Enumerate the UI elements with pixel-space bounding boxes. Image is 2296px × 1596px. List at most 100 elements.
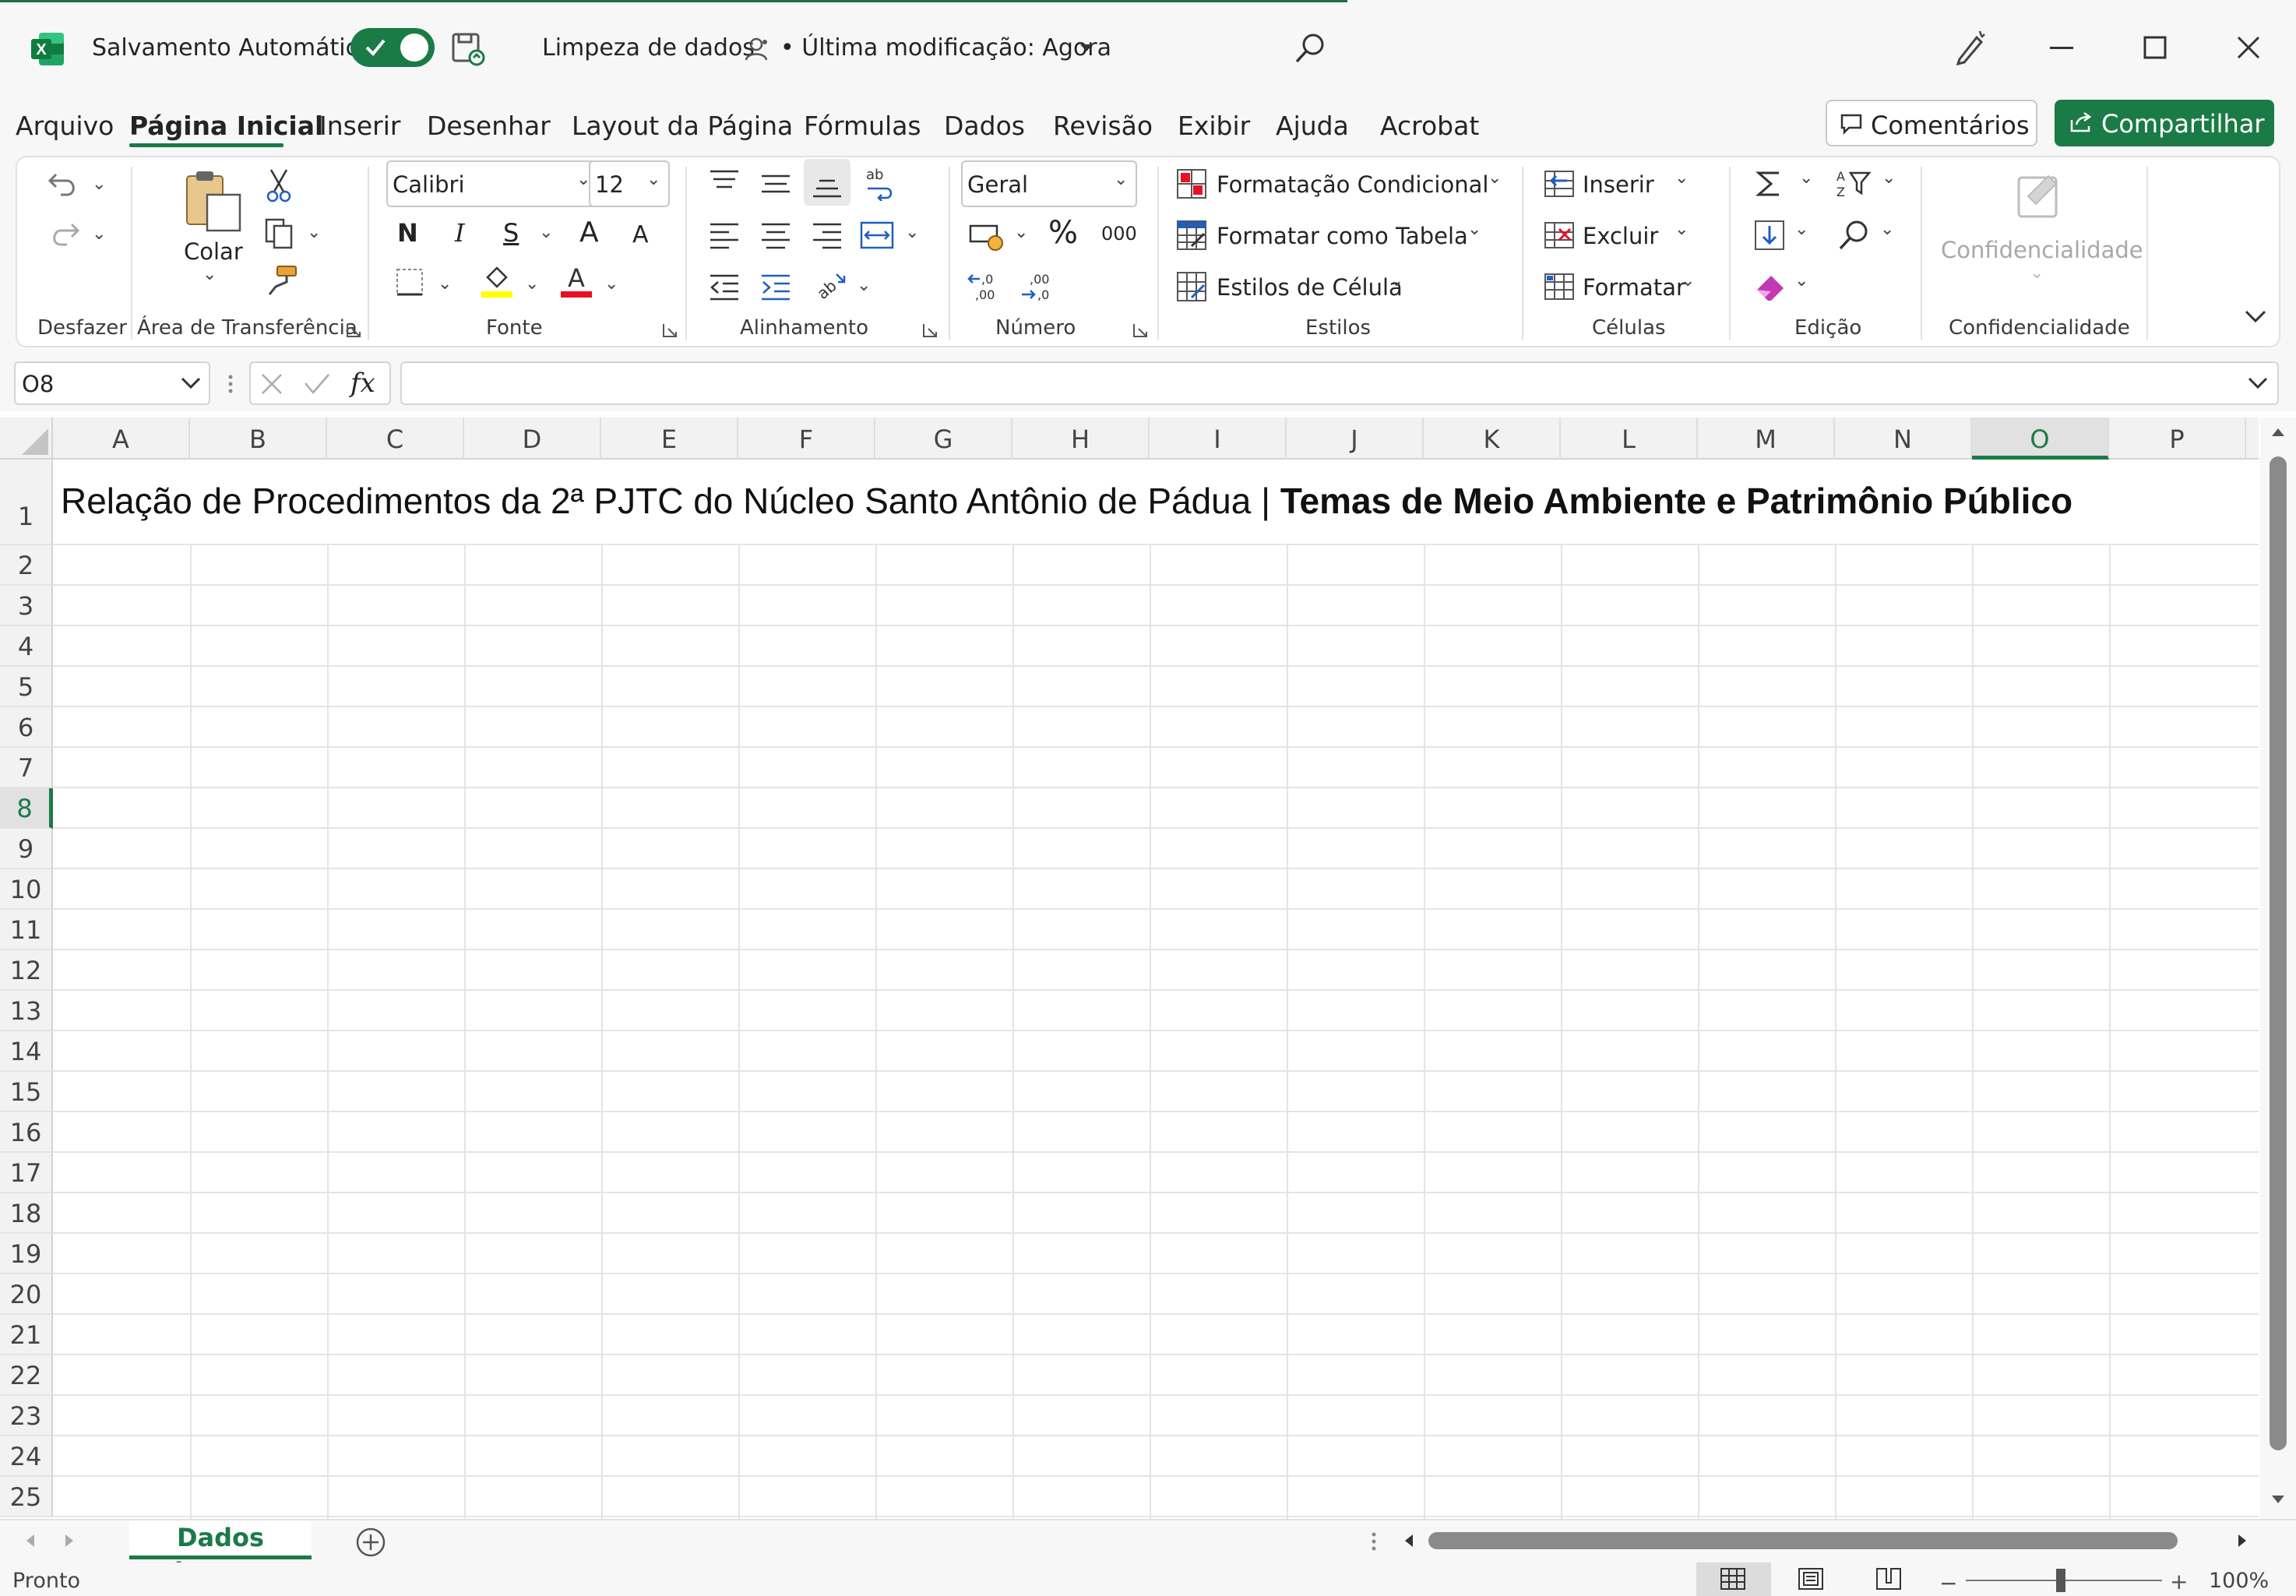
select-all-corner[interactable]: [0, 417, 53, 460]
row-header-15[interactable]: 15: [0, 1072, 53, 1112]
row-header-7[interactable]: 7: [0, 748, 53, 788]
autosum-icon[interactable]: [1754, 168, 1785, 199]
align-left-icon[interactable]: [709, 221, 740, 249]
row-header-5[interactable]: 5: [0, 667, 53, 707]
merge-dropdown-icon[interactable]: ⌄: [905, 223, 919, 242]
page-layout-view-button[interactable]: [1774, 1563, 1849, 1596]
normal-view-button[interactable]: [1696, 1563, 1771, 1596]
tab-acrobat[interactable]: Acrobat: [1380, 111, 1479, 141]
row-header-2[interactable]: 2: [0, 545, 53, 586]
row-header-23[interactable]: 23: [0, 1396, 53, 1436]
cell-a1[interactable]: Relação de Procedimentos da 2ª PJTC do N…: [61, 480, 2072, 522]
row-header-12[interactable]: 12: [0, 950, 53, 991]
drag-handle-icon[interactable]: [227, 374, 234, 394]
save-sync-icon[interactable]: [450, 31, 486, 67]
paste-dropdown-icon[interactable]: ⌄: [202, 265, 217, 284]
autosum-dropdown-icon[interactable]: ⌄: [1799, 168, 1813, 188]
tab-revisao[interactable]: Revisão: [1053, 111, 1153, 141]
insert-function-button[interactable]: fx: [350, 368, 375, 399]
sort-dropdown-icon[interactable]: ⌄: [1882, 168, 1896, 188]
expand-formula-icon[interactable]: [2248, 377, 2268, 389]
clear-dropdown-icon[interactable]: ⌄: [1794, 271, 1808, 291]
tab-ajuda[interactable]: Ajuda: [1276, 111, 1349, 141]
sheet-tab-dados-brutos[interactable]: Dados brutos: [129, 1520, 312, 1587]
designer-pen-icon[interactable]: [1952, 28, 1988, 67]
format-cells-button[interactable]: Formatar: [1583, 274, 1685, 301]
redo-dropdown-icon[interactable]: ⌄: [92, 224, 106, 244]
copy-icon[interactable]: [263, 217, 298, 251]
document-title[interactable]: Limpeza de dados: [542, 34, 755, 62]
column-header-b[interactable]: B: [190, 417, 327, 460]
row-header-18[interactable]: 18: [0, 1193, 53, 1234]
tab-layout-pagina[interactable]: Layout da Página: [572, 111, 793, 141]
orientation-icon[interactable]: ab: [813, 270, 847, 301]
borders-icon[interactable]: [394, 266, 425, 298]
tab-inserir[interactable]: Inserir: [319, 111, 400, 141]
font-color-dropdown-icon[interactable]: ⌄: [604, 274, 618, 294]
tab-exibir[interactable]: Exibir: [1178, 111, 1250, 141]
conditional-format-icon[interactable]: [1176, 168, 1207, 199]
align-right-icon[interactable]: [812, 221, 843, 249]
paste-icon[interactable]: [182, 168, 245, 234]
close-icon[interactable]: [2237, 36, 2260, 59]
fill-dropdown-icon[interactable]: ⌄: [1794, 220, 1808, 239]
confirm-entry-icon[interactable]: [304, 372, 330, 396]
font-color-icon[interactable]: A: [559, 263, 593, 299]
dialog-launcher-icon[interactable]: [346, 322, 361, 338]
shrink-font-button[interactable]: A: [632, 221, 649, 248]
font-size-select[interactable]: 12 ⌄: [589, 160, 670, 207]
row-header-14[interactable]: 14: [0, 1031, 53, 1072]
decrease-indent-icon[interactable]: [709, 273, 740, 301]
worksheet-grid[interactable]: Relação de Procedimentos da 2ª PJTC do N…: [0, 417, 2296, 1519]
chevron-down-icon[interactable]: ⌄: [1467, 220, 1481, 239]
tab-pagina-inicial[interactable]: Página Inicial: [129, 111, 323, 141]
row-header-11[interactable]: 11: [0, 910, 53, 950]
decrease-decimal-icon[interactable]: ,00,0: [1019, 270, 1056, 304]
zoom-level[interactable]: 100%: [2209, 1569, 2269, 1593]
search-icon[interactable]: [1293, 31, 1327, 65]
clear-eraser-icon[interactable]: [1754, 271, 1788, 302]
row-header-6[interactable]: 6: [0, 707, 53, 748]
column-header-o[interactable]: O: [1972, 417, 2109, 460]
comments-button[interactable]: Comentários: [1826, 100, 2037, 146]
page-break-view-button[interactable]: [1852, 1563, 1927, 1596]
add-sheet-icon[interactable]: [355, 1527, 386, 1558]
row-header-4[interactable]: 4: [0, 626, 53, 667]
format-table-button[interactable]: Formatar como Tabela: [1217, 223, 1468, 249]
number-format-select[interactable]: Geral ⌄: [961, 160, 1137, 207]
scroll-left-icon[interactable]: [1403, 1533, 1414, 1548]
scroll-down-icon[interactable]: [2270, 1494, 2286, 1505]
zoom-in-icon[interactable]: +: [2170, 1569, 2188, 1594]
redo-icon[interactable]: [45, 218, 83, 252]
cell-styles-button[interactable]: Estilos de Célula: [1217, 274, 1403, 301]
fill-color-dropdown-icon[interactable]: ⌄: [525, 274, 539, 294]
find-select-icon[interactable]: [1836, 218, 1871, 252]
find-dropdown-icon[interactable]: ⌄: [1880, 220, 1894, 239]
column-header-l[interactable]: L: [1561, 417, 1698, 460]
zoom-slider-thumb[interactable]: [2056, 1569, 2065, 1592]
column-header-k[interactable]: K: [1424, 417, 1561, 460]
column-header-n[interactable]: N: [1835, 417, 1972, 460]
column-header-d[interactable]: D: [464, 417, 601, 460]
drag-handle-icon[interactable]: [1371, 1531, 1377, 1552]
font-name-select[interactable]: Calibri ⌄: [386, 160, 601, 207]
last-modified[interactable]: • Última modificação: Agora: [780, 34, 1111, 62]
cell-styles-icon[interactable]: [1176, 271, 1207, 302]
chevron-down-icon[interactable]: ⌄: [1389, 271, 1403, 291]
row-header-3[interactable]: 3: [0, 586, 53, 626]
collapse-ribbon-icon[interactable]: [2245, 310, 2266, 324]
insert-cells-icon[interactable]: [1544, 168, 1575, 199]
formula-input[interactable]: [400, 361, 2279, 405]
delete-cells-icon[interactable]: [1544, 220, 1575, 251]
paste-label[interactable]: Colar: [184, 238, 243, 265]
row-header-17[interactable]: 17: [0, 1153, 53, 1193]
column-header-p[interactable]: P: [2109, 417, 2246, 460]
horizontal-scroll-thumb[interactable]: [1428, 1532, 2178, 1549]
orientation-dropdown-icon[interactable]: ⌄: [857, 276, 871, 295]
align-top-icon[interactable]: [709, 168, 740, 196]
autosave-toggle[interactable]: [350, 28, 435, 67]
row-header-19[interactable]: 19: [0, 1234, 53, 1274]
name-box[interactable]: O8: [14, 361, 210, 405]
share-button[interactable]: Compartilhar: [2055, 100, 2274, 146]
italic-button[interactable]: I: [455, 218, 465, 248]
